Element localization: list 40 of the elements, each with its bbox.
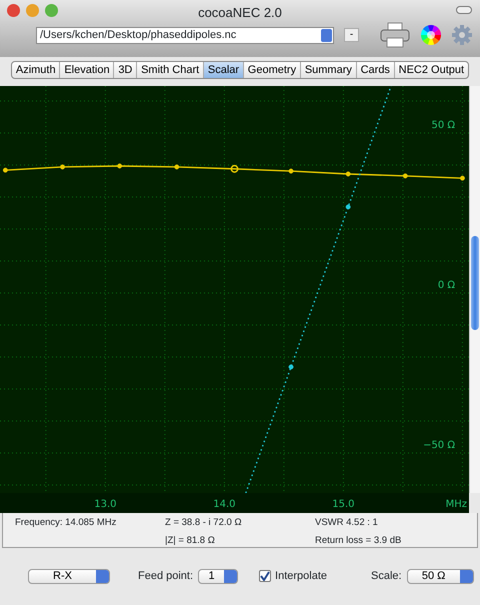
scroll-thumb[interactable] xyxy=(471,236,479,330)
data-point xyxy=(288,364,294,370)
printer-icon[interactable] xyxy=(380,22,410,48)
y-tick-label: −50 Ω xyxy=(423,440,455,451)
close-button[interactable] xyxy=(7,4,20,17)
interpolate-checkbox[interactable] xyxy=(259,570,272,582)
frequency-readout: Frequency: 14.085 MHz xyxy=(15,516,118,530)
tab[interactable]: Geometry xyxy=(244,62,301,78)
file-path-combo-box[interactable]: /Users/kchen/Desktop/phaseddipoles.nc xyxy=(36,26,334,44)
y-tick-label: 0 Ω xyxy=(438,280,455,292)
color-wheel-icon[interactable] xyxy=(420,24,442,46)
x-tick-label: 13.0 xyxy=(94,499,116,510)
tab[interactable]: Cards xyxy=(356,62,395,78)
mode-popup[interactable]: R-X xyxy=(28,568,110,584)
vswr-readout: VSWR 4.52 : 1 xyxy=(315,516,379,530)
toolbar-toggle-button[interactable] xyxy=(456,6,472,14)
x-axis-label: MHz xyxy=(446,499,467,510)
y-tick-label: 50 Ω xyxy=(431,120,455,132)
tab[interactable]: NEC2 Output xyxy=(394,62,468,78)
scroll-bar[interactable] xyxy=(469,86,480,493)
zoom-button[interactable] xyxy=(45,4,58,17)
x-tick-label: 15.0 xyxy=(332,499,355,510)
data-point xyxy=(346,204,351,210)
scale-popup[interactable]: 50 Ω xyxy=(406,568,474,584)
tab[interactable]: 3D xyxy=(114,62,138,78)
interpolate-label: Interpolate xyxy=(275,569,328,584)
impedance-readout: Z = 38.8 - i 72.0 Ω xyxy=(165,516,243,530)
window-title: cocoaNEC 2.0 xyxy=(198,5,282,20)
settings-icon[interactable] xyxy=(452,25,472,45)
tab[interactable]: Summary xyxy=(300,62,357,78)
minus-button[interactable]: - xyxy=(344,28,359,42)
tab[interactable]: Azimuth xyxy=(12,62,60,78)
feed-point-label: Feed point: xyxy=(138,569,194,584)
feed-point-popup[interactable]: 1 xyxy=(198,568,238,584)
tab[interactable]: Scalar xyxy=(204,62,244,78)
x-tick-label: 14.0 xyxy=(213,499,236,510)
tab[interactable]: Elevation xyxy=(60,62,114,78)
scale-label: Scale: xyxy=(371,569,402,584)
impedance-magnitude-readout: |Z| = 81.8 Ω xyxy=(165,534,216,548)
return-loss-readout: Return loss = 3.9 dB xyxy=(315,534,402,548)
